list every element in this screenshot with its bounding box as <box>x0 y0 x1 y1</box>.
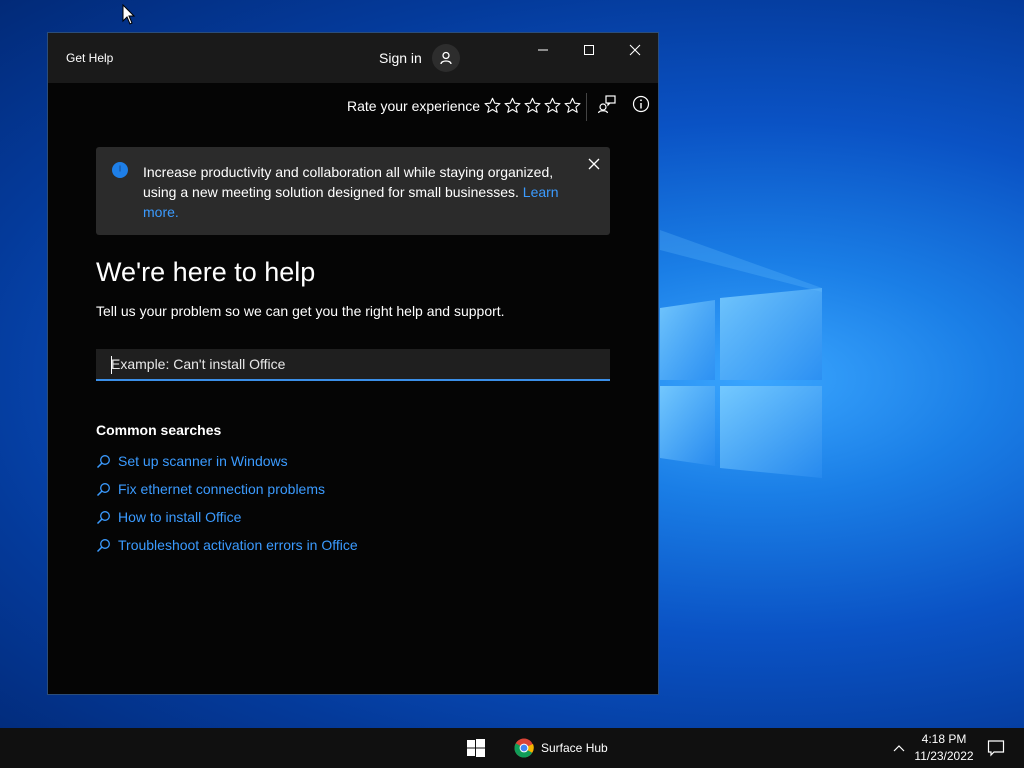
close-icon <box>629 44 641 56</box>
search-icon <box>96 482 110 496</box>
rating-star-4[interactable] <box>543 95 561 115</box>
search-icon <box>96 538 110 552</box>
common-search-item[interactable]: Set up scanner in Windows <box>96 447 358 475</box>
star-icon <box>483 97 501 113</box>
info-icon[interactable] <box>631 94 651 114</box>
page-title: We're here to help <box>96 257 316 287</box>
star-icon <box>543 97 561 113</box>
chrome-icon <box>514 738 534 758</box>
common-search-label: How to install Office <box>118 509 242 525</box>
common-search-item[interactable]: Troubleshoot activation errors in Office <box>96 531 358 559</box>
banner-close-button[interactable] <box>585 155 603 173</box>
clock-time: 4:18 PM <box>921 732 967 746</box>
taskbar-app-surface-hub[interactable]: Surface Hub <box>506 728 616 768</box>
search-icon <box>96 510 110 524</box>
rating-star-1[interactable] <box>483 95 501 115</box>
title-bar[interactable]: Get Help Sign in <box>48 33 658 83</box>
get-help-window: Get Help Sign in Rate your experience In… <box>47 32 659 695</box>
notification-icon <box>987 740 1005 757</box>
promo-banner: Increase productivity and collaboration … <box>96 147 610 235</box>
chevron-up-icon <box>893 745 905 752</box>
close-icon <box>588 158 600 170</box>
close-button[interactable] <box>612 39 658 61</box>
window-title: Get Help <box>66 51 114 65</box>
feedback-icon[interactable] <box>597 94 617 114</box>
common-search-item[interactable]: Fix ethernet connection problems <box>96 475 358 503</box>
rate-experience-label: Rate your experience <box>347 98 481 114</box>
rating-star-2[interactable] <box>503 95 521 115</box>
rating-stars <box>483 95 581 117</box>
star-icon <box>523 97 541 113</box>
person-icon <box>440 51 452 65</box>
help-search-input[interactable] <box>96 349 610 381</box>
avatar[interactable] <box>432 44 460 72</box>
star-icon <box>503 97 521 113</box>
common-search-label: Fix ethernet connection problems <box>118 481 325 497</box>
info-badge-icon <box>112 162 128 178</box>
show-hidden-icons-button[interactable] <box>888 738 910 758</box>
toolbar-divider <box>586 93 587 121</box>
common-searches-title: Common searches <box>96 422 222 438</box>
clock-date: 11/23/2022 <box>914 749 974 763</box>
maximize-icon <box>584 45 594 55</box>
taskbar-clock[interactable]: 4:18 PM 11/23/2022 <box>912 731 976 765</box>
minimize-icon <box>538 49 548 51</box>
rating-star-5[interactable] <box>563 95 581 115</box>
page-subtitle: Tell us your problem so we can get you t… <box>96 303 505 319</box>
search-icon <box>96 454 110 468</box>
maximize-button[interactable] <box>566 39 612 61</box>
taskbar: Surface Hub 4:18 PM 11/23/2022 <box>0 728 1024 768</box>
sign-in-button[interactable]: Sign in <box>379 50 422 66</box>
rating-star-3[interactable] <box>523 95 541 115</box>
mouse-cursor-icon <box>122 4 136 25</box>
start-button[interactable] <box>458 728 494 768</box>
text-caret <box>111 356 112 374</box>
common-searches-list: Set up scanner in Windows Fix ethernet c… <box>96 447 358 559</box>
minimize-button[interactable] <box>520 39 566 61</box>
action-center-button[interactable] <box>984 736 1008 760</box>
windows-logo-icon <box>467 739 485 757</box>
banner-message-text: Increase productivity and collaboration … <box>143 164 554 200</box>
star-icon <box>563 97 581 113</box>
common-search-label: Troubleshoot activation errors in Office <box>118 537 358 553</box>
common-search-item[interactable]: How to install Office <box>96 503 358 531</box>
taskbar-app-label: Surface Hub <box>541 741 608 755</box>
common-search-label: Set up scanner in Windows <box>118 453 288 469</box>
banner-message: Increase productivity and collaboration … <box>143 162 573 222</box>
